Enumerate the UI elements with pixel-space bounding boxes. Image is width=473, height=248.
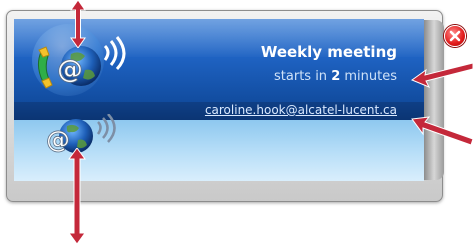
- screenshot-stage: Weekly meeting starts in 2 minutes carol…: [0, 0, 473, 248]
- window-edge: [422, 20, 444, 180]
- close-button[interactable]: [444, 25, 466, 47]
- annotation-arrow-countdown: [410, 62, 473, 88]
- meeting-title: Weekly meeting: [260, 43, 397, 61]
- countdown-prefix: starts in: [274, 69, 332, 84]
- email-link[interactable]: caroline.hook@alcatel-lucent.ca: [205, 103, 397, 117]
- countdown-value: 2: [331, 69, 341, 84]
- countdown-suffix: minutes: [340, 69, 397, 84]
- svg-text:@: @: [57, 55, 83, 85]
- annotation-arrow-up-down-top: [70, 0, 86, 48]
- annotation-arrow-email: [411, 116, 473, 146]
- close-icon: [449, 30, 461, 42]
- annotation-arrow-up-down-bottom: [68, 148, 86, 244]
- meeting-countdown: starts in 2 minutes: [274, 69, 397, 84]
